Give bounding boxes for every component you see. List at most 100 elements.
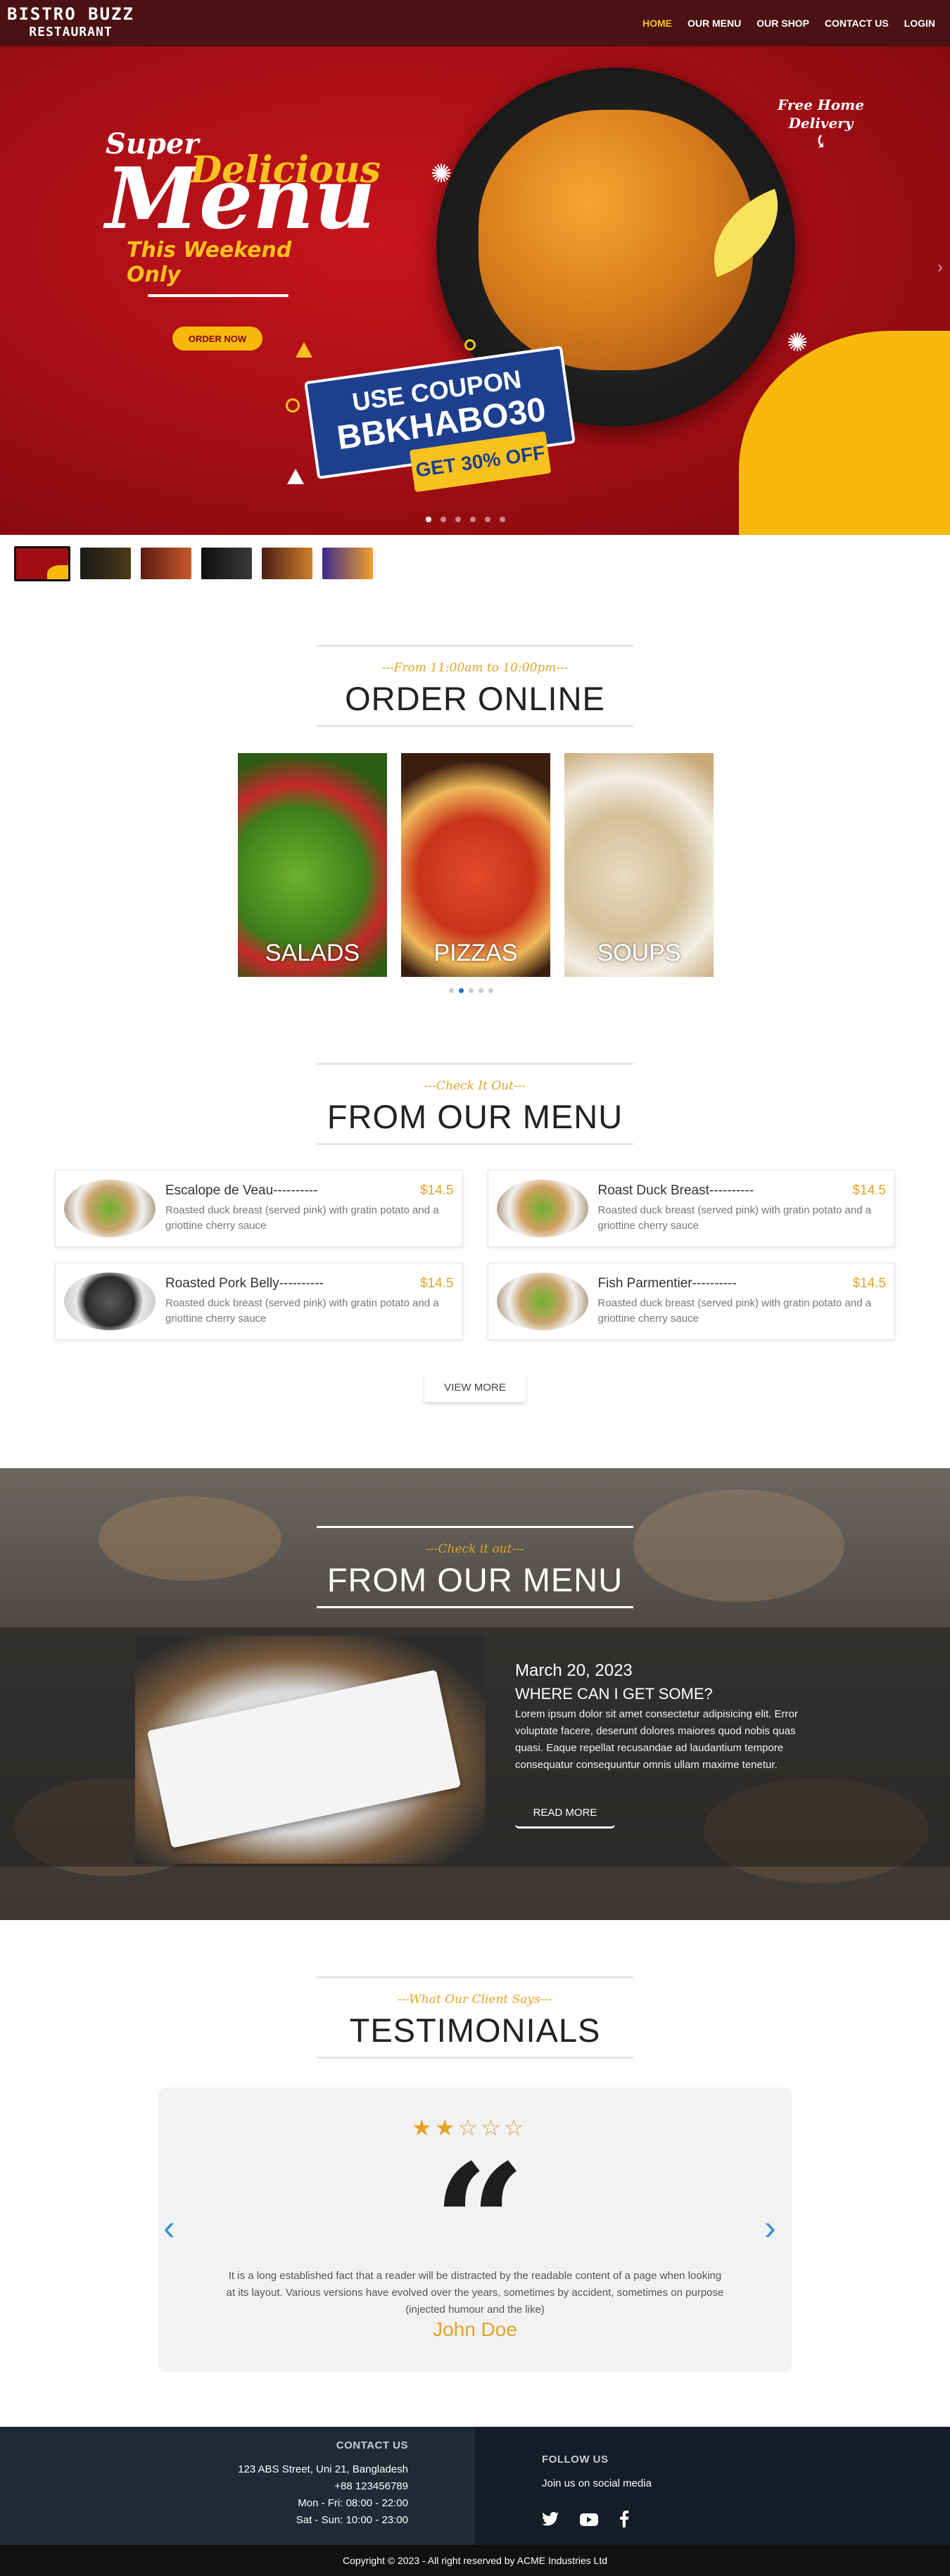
nav-contact-us[interactable]: CONTACT US — [817, 18, 897, 29]
ring-icon — [286, 398, 300, 412]
slide-thumbnail[interactable] — [141, 548, 191, 579]
slide-dot[interactable] — [455, 517, 461, 522]
facebook-icon-svg — [620, 2511, 629, 2527]
menu-item-row: Fish Parmentier---------- $14.5 — [598, 1276, 887, 1292]
heading-divider — [317, 1063, 633, 1065]
footer-contact: CONTACT US 123 ABS Street, Uni 21, Bangl… — [0, 2427, 475, 2545]
nav-our-menu[interactable]: OUR MENU — [680, 18, 749, 29]
heading-divider — [317, 1606, 633, 1608]
slide-thumbnail[interactable] — [262, 548, 312, 579]
contact-hours-weekday: Mon - Fri: 08:00 - 22:00 — [298, 2497, 408, 2509]
menu-item[interactable]: Escalope de Veau---------- $14.5 Roasted… — [55, 1170, 463, 1247]
free-delivery-label: Free Home Delivery ⤹ — [778, 96, 864, 151]
order-now-button[interactable]: ORDER NOW — [172, 327, 262, 351]
testimonial-text: It is a long established fact that a rea… — [226, 2270, 724, 2316]
category-card-salads[interactable]: SALADS — [238, 753, 387, 977]
heading-divider — [317, 1526, 633, 1528]
follow-title: FOLLOW US — [542, 2454, 609, 2465]
quote-icon: “ — [433, 2129, 526, 2319]
featured-tray — [146, 1669, 462, 1848]
category-carousel: SALADS PIZZAS SOUPS — [238, 753, 714, 977]
menu-item-row: Escalope de Veau---------- $14.5 — [165, 1183, 454, 1199]
contact-block: CONTACT US 123 ABS Street, Uni 21, Bangl… — [238, 2439, 408, 2529]
menu-item-row: Roast Duck Breast---------- $14.5 — [598, 1183, 887, 1199]
menu-item-price: $14.5 — [419, 1276, 454, 1291]
category-carousel-dots — [449, 988, 493, 993]
menu-item[interactable]: Fish Parmentier---------- $14.5 Roasted … — [487, 1263, 895, 1340]
menu-items-grid: Escalope de Veau---------- $14.5 Roasted… — [55, 1170, 895, 1340]
facebook-icon[interactable] — [619, 2511, 629, 2532]
testimonials-heading: ---What Our Client Says--- TESTIMONIALS — [317, 1976, 633, 2059]
follow-block: FOLLOW US Join us on social media — [542, 2454, 652, 2532]
menu-item[interactable]: Roasted Pork Belly---------- $14.5 Roast… — [55, 1263, 463, 1340]
social-links — [542, 2511, 652, 2532]
menu-item-body: Escalope de Veau---------- $14.5 Roasted… — [165, 1183, 454, 1234]
hero-delicious: Delicious — [190, 149, 381, 191]
free-delivery-line2: Delivery — [788, 115, 854, 132]
menu-title: FROM OUR MENU — [327, 1098, 623, 1135]
slide-thumbnail[interactable] — [201, 548, 252, 579]
hero-banner[interactable]: Super Delicious Menu This Weekend Only O… — [0, 46, 950, 535]
triangle-icon — [287, 469, 304, 484]
triangle-icon — [296, 342, 312, 358]
menu-item[interactable]: Roast Duck Breast---------- $14.5 Roaste… — [487, 1170, 895, 1247]
menu-item-image — [64, 1273, 156, 1330]
order-online-title: ORDER ONLINE — [345, 680, 605, 717]
chevron-right-icon[interactable]: › — [937, 258, 943, 277]
nav-our-shop[interactable]: OUR SHOP — [749, 18, 817, 29]
view-more-button[interactable]: VIEW MORE — [424, 1372, 526, 1402]
thumb-accent — [47, 565, 68, 579]
footer: CONTACT US 123 ABS Street, Uni 21, Bangl… — [0, 2427, 950, 2545]
free-delivery-line1: Free Home — [778, 96, 864, 113]
navbar: BISTRO BUZZ RESTAURANT HOME OUR MENU OUR… — [0, 0, 950, 46]
menu-item-desc: Roasted duck breast (served pink) with g… — [597, 1204, 872, 1232]
slide-thumbnail[interactable] — [80, 548, 131, 579]
hero-title: Super Delicious Menu This Weekend Only — [106, 127, 381, 297]
menu-subtitle: ---Check It Out--- — [424, 1079, 526, 1093]
carousel-dot[interactable] — [469, 988, 474, 993]
category-label: SOUPS — [597, 940, 681, 966]
slide-dot[interactable] — [470, 517, 476, 522]
featured-image — [135, 1636, 486, 1864]
category-label: PIZZAS — [433, 940, 518, 966]
featured-text: March 20, 2023 WHERE CAN I GET SOME? Lor… — [515, 1661, 818, 1774]
chevron-left-icon[interactable]: ‹ — [163, 2210, 175, 2245]
brand-logo[interactable]: BISTRO BUZZ RESTAURANT — [7, 5, 134, 42]
testimonial-author: John Doe — [433, 2318, 517, 2340]
category-label: SALADS — [265, 940, 360, 966]
menu-item-image — [496, 1273, 588, 1330]
read-more-button[interactable]: READ MORE — [515, 1799, 615, 1829]
carousel-dot[interactable] — [459, 988, 464, 993]
menu-item-row: Roasted Pork Belly---------- $14.5 — [165, 1276, 454, 1292]
contact-hours-weekend: Sat - Sun: 10:00 - 23:00 — [296, 2514, 408, 2526]
youtube-icon[interactable] — [580, 2512, 598, 2530]
hero-underline — [148, 294, 289, 297]
slide-thumbnail[interactable] — [14, 546, 70, 581]
twitter-icon[interactable] — [542, 2512, 559, 2530]
chevron-right-icon[interactable]: › — [764, 2210, 776, 2245]
contact-phone: +88 123456789 — [334, 2480, 408, 2492]
carousel-dot[interactable] — [479, 988, 483, 993]
menu-item-name: Fish Parmentier---------- — [597, 1276, 737, 1291]
category-card-pizzas[interactable]: PIZZAS — [401, 753, 550, 977]
carousel-dot[interactable] — [449, 988, 454, 993]
heading-divider — [317, 1976, 633, 1978]
slide-dot[interactable] — [426, 517, 431, 522]
nav-home[interactable]: HOME — [635, 18, 680, 29]
carousel-dot[interactable] — [488, 988, 493, 993]
footer-follow: FOLLOW US Join us on social media — [475, 2427, 950, 2545]
hero-slide-dots — [426, 517, 505, 522]
slide-thumbnail[interactable] — [322, 548, 373, 579]
follow-text: Join us on social media — [542, 2477, 652, 2489]
featured-heading: ---Check it out--- FROM OUR MENU — [317, 1526, 633, 1608]
featured-date: March 20, 2023 — [515, 1661, 633, 1680]
slide-dot[interactable] — [441, 517, 446, 522]
category-card-soups[interactable]: SOUPS — [564, 753, 714, 977]
slide-dot[interactable] — [500, 517, 505, 522]
menu-item-body: Roasted Pork Belly---------- $14.5 Roast… — [165, 1276, 454, 1327]
slide-dot[interactable] — [485, 517, 490, 522]
testimonials-title: TESTIMONIALS — [349, 2012, 601, 2049]
nav-login[interactable]: LOGIN — [897, 18, 943, 29]
heading-divider — [317, 645, 633, 647]
menu-item-price: $14.5 — [419, 1183, 454, 1198]
